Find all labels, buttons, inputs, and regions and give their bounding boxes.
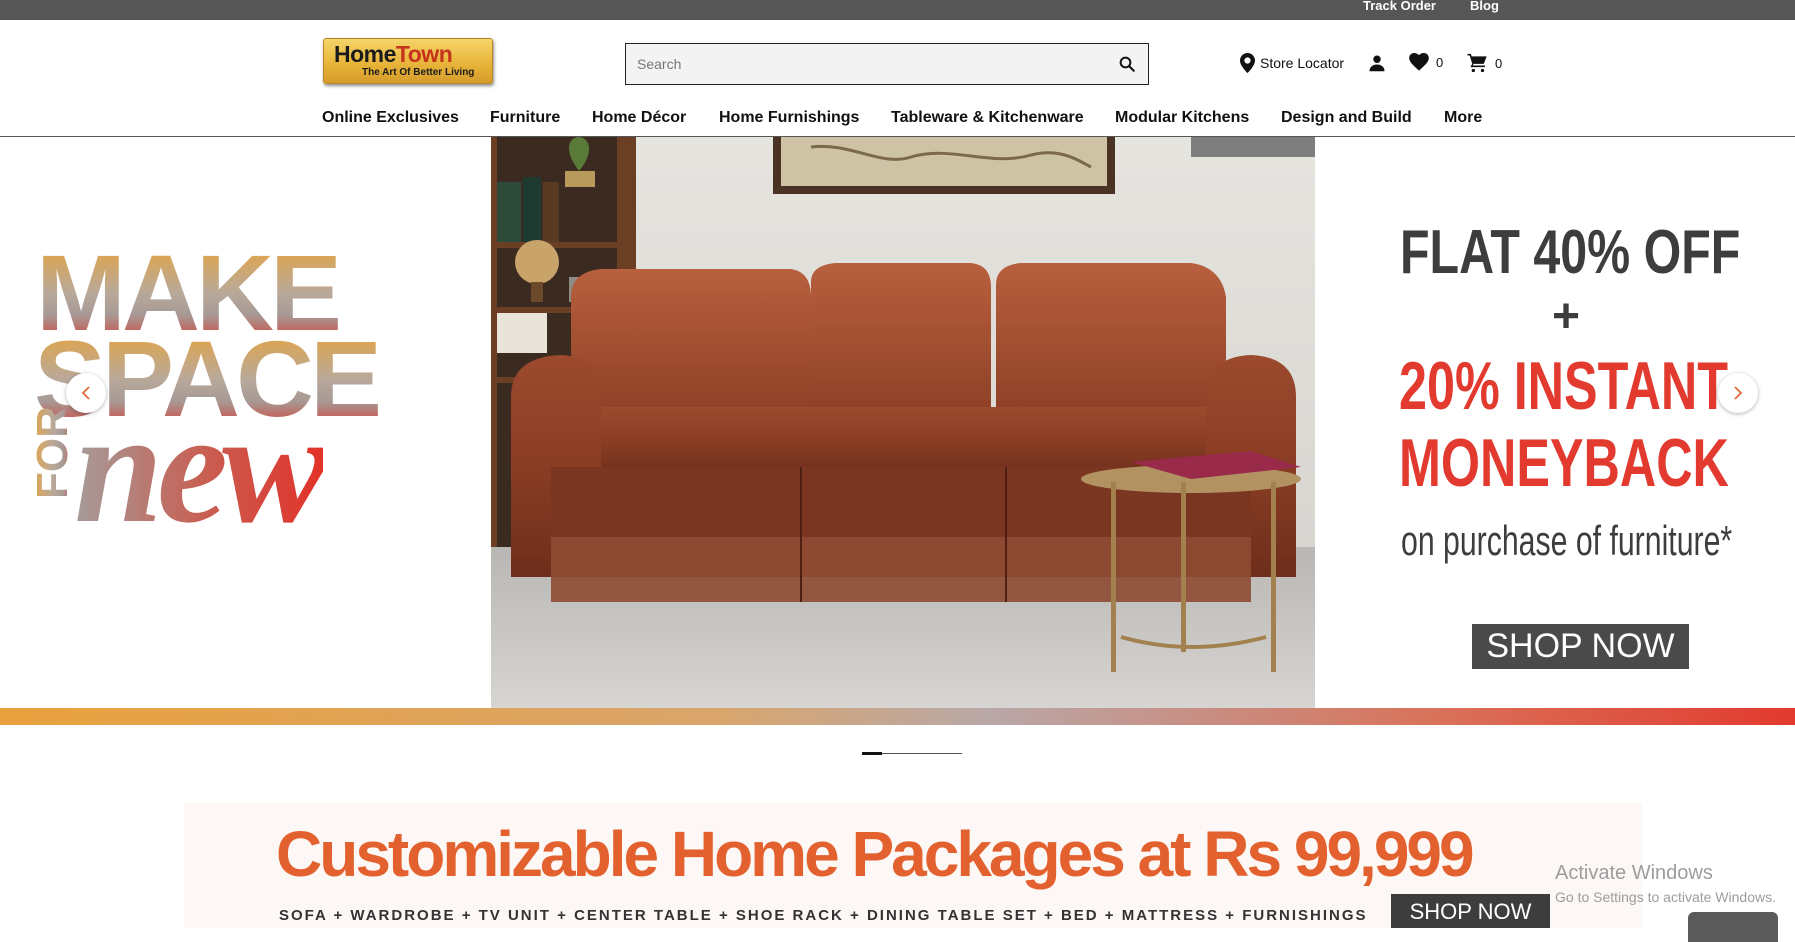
top-utility-bar: Track Order Blog (0, 0, 1795, 20)
heart-icon (1409, 53, 1429, 71)
leather-recliner-sofa-image (491, 137, 1315, 708)
store-locator-link[interactable]: Store Locator (1240, 53, 1344, 73)
windows-activation-watermark: Activate Windows Go to Settings to activ… (1555, 862, 1776, 905)
search-input[interactable] (626, 44, 1096, 84)
nav-more[interactable]: More (1444, 109, 1482, 127)
home-packages-title: Customizable Home Packages at Rs 99,999 (276, 818, 1475, 890)
wishlist-count: 0 (1436, 54, 1444, 70)
search-icon[interactable] (1118, 55, 1136, 73)
nav-design-and-build[interactable]: Design and Build (1281, 109, 1412, 127)
make-space-for-new-artwork: MAKE SPACE FOR new (28, 239, 390, 577)
wishlist-button[interactable]: 0 (1409, 53, 1443, 71)
chevron-right-icon (1734, 386, 1743, 400)
offer-instant-moneyback-line2: MONEYBACK (1399, 425, 1729, 501)
search-box (625, 43, 1149, 85)
hero-new-text: new (74, 378, 329, 556)
cart-count: 0 (1495, 55, 1503, 71)
home-packages-subtitle: SOFA + WARDROBE + TV UNIT + CENTER TABLE… (279, 907, 1368, 924)
carousel-next-button[interactable] (1718, 373, 1758, 413)
main-navigation: Online Exclusives Furniture Home Décor H… (0, 106, 1795, 137)
carousel-active-indicator (862, 752, 882, 755)
nav-furniture[interactable]: Furniture (490, 109, 560, 127)
nav-home-furnishings[interactable]: Home Furnishings (719, 109, 859, 127)
offer-instant-moneyback-line1: 20% INSTANT (1399, 348, 1728, 424)
track-order-link[interactable]: Track Order (1363, 0, 1436, 13)
home-packages-shop-now-button[interactable]: SHOP NOW (1391, 894, 1550, 928)
hero-shop-now-button[interactable]: SHOP NOW (1472, 624, 1689, 669)
nav-home-decor[interactable]: Home Décor (592, 109, 686, 127)
nav-online-exclusives[interactable]: Online Exclusives (322, 109, 459, 127)
nav-tableware-kitchenware[interactable]: Tableware & Kitchenware (891, 109, 1084, 127)
cart-button[interactable]: 0 (1467, 53, 1502, 73)
account-button[interactable] (1368, 54, 1386, 72)
hometown-logo[interactable]: HomeTown The Art Of Better Living (323, 38, 493, 84)
chat-widget-button[interactable] (1688, 912, 1778, 942)
nav-modular-kitchens[interactable]: Modular Kitchens (1115, 109, 1249, 127)
hero-carousel[interactable]: MAKE SPACE FOR new FLAT 40% OFF + 20% IN… (0, 137, 1795, 708)
blog-link[interactable]: Blog (1470, 0, 1499, 13)
chevron-left-icon (81, 386, 90, 400)
watermark-line1: Activate Windows (1555, 862, 1713, 884)
home-packages-banner[interactable]: Customizable Home Packages at Rs 99,999 … (184, 803, 1642, 928)
hero-gradient-bar (0, 708, 1795, 725)
logo-tagline: The Art Of Better Living (362, 67, 475, 78)
offer-on-purchase: on purchase of furniture* (1401, 517, 1733, 564)
watermark-line2: Go to Settings to activate Windows. (1555, 889, 1776, 905)
store-locator-label: Store Locator (1260, 55, 1345, 71)
location-pin-icon (1240, 53, 1255, 73)
hero-for-text: FOR (28, 406, 77, 499)
offer-flat-40-off: FLAT 40% OFF (1400, 218, 1741, 287)
carousel-prev-button[interactable] (66, 373, 106, 413)
logo-wordmark: HomeTown (334, 41, 453, 67)
user-icon (1369, 55, 1385, 72)
carousel-pagination[interactable] (862, 752, 962, 755)
offer-plus: + (1552, 290, 1581, 343)
cart-icon (1467, 53, 1487, 73)
